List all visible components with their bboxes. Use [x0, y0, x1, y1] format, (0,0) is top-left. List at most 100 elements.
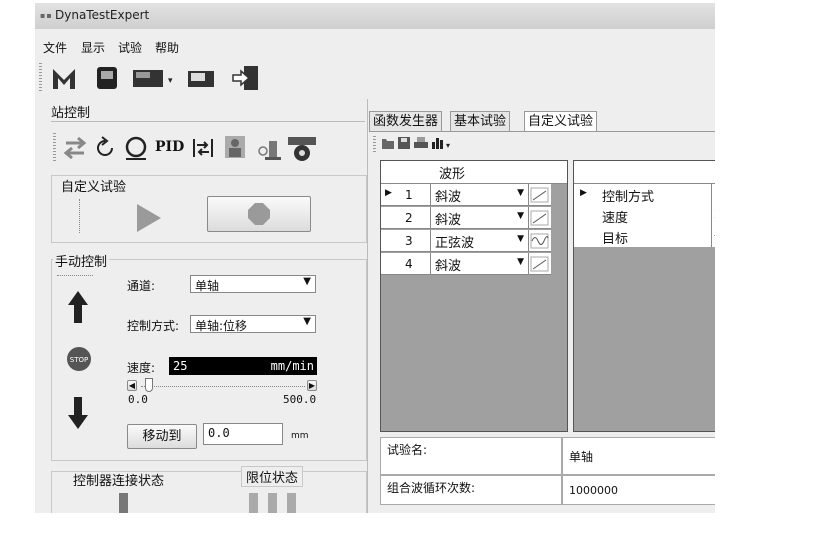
sine-icon[interactable]: [529, 230, 551, 252]
channel-value: 单轴: [195, 279, 220, 293]
bar-chart-dropdown-icon[interactable]: ▾: [431, 135, 453, 151]
operator-icon[interactable]: [221, 133, 251, 161]
table-row[interactable]: ▶ 控制方式 1: [574, 184, 715, 205]
ramp-icon[interactable]: [529, 207, 551, 229]
tab-function-generator[interactable]: 函数发生器: [369, 111, 443, 132]
controller-status-label: 控制器连接状态: [73, 474, 165, 489]
limit-status-label: 限位状态: [241, 466, 304, 487]
exit-icon[interactable]: [229, 63, 263, 93]
wave-type-value: 正弦波: [435, 236, 475, 251]
print-icon[interactable]: [413, 135, 429, 151]
test-name-value[interactable]: 单轴: [562, 437, 715, 475]
wave-type-select[interactable]: 正弦波 ▼: [431, 230, 529, 252]
parameter-grid: ▶ 控制方式 1 速度 2 目标 -: [573, 160, 715, 432]
station-control-title: 站控制: [51, 106, 91, 121]
chevron-down-icon: ▼: [517, 211, 524, 221]
stop-button[interactable]: STOP: [65, 345, 93, 373]
table-row[interactable]: 2 斜波 ▼: [381, 207, 567, 229]
divider: [79, 199, 81, 233]
ramp-icon[interactable]: [529, 184, 551, 206]
table-row[interactable]: 3 正弦波 ▼: [381, 230, 567, 252]
table-row[interactable]: ▶ 1 斜波 ▼: [381, 184, 567, 206]
speed-label: 速度:: [127, 361, 156, 375]
controller-status-indicator: [119, 493, 128, 513]
menu-file[interactable]: 文件: [43, 39, 67, 56]
control-mode-label: 控制方式:: [127, 319, 180, 333]
table-row[interactable]: 目标 -: [574, 226, 715, 247]
station-toolbar-grip[interactable]: [53, 133, 56, 163]
octagon-icon: [248, 203, 270, 225]
swap-icon[interactable]: [63, 135, 87, 161]
param-value: -: [714, 228, 715, 242]
tab-basic-test[interactable]: 基本试验: [450, 111, 511, 132]
jog-up-button[interactable]: [67, 289, 89, 325]
row-index: 3: [405, 234, 413, 248]
splitter[interactable]: [367, 99, 368, 513]
row-header: ▶ 1: [381, 184, 431, 206]
svg-text:▾: ▾: [168, 76, 173, 86]
arrows-bounds-icon[interactable]: [191, 135, 215, 161]
row-header: 3: [381, 230, 431, 252]
toolbar-grip[interactable]: [39, 63, 42, 93]
main-toolbar: ▾: [35, 59, 715, 97]
load-cell-icon[interactable]: [285, 133, 319, 163]
display-dropdown-icon[interactable]: ▾: [131, 63, 175, 93]
sensor-icon[interactable]: [257, 135, 283, 161]
refresh-icon[interactable]: [93, 135, 117, 161]
param-value: 2: [714, 207, 715, 221]
manual-control-title: 手动控制: [53, 251, 110, 270]
wave-type-value: 斜波: [435, 259, 462, 274]
sub-toolbar-grip[interactable]: [373, 136, 376, 152]
stop-test-button[interactable]: [207, 196, 311, 232]
ramp-icon[interactable]: [529, 253, 551, 275]
monitor-icon[interactable]: [185, 63, 217, 93]
parameter-grid-header: [574, 161, 715, 184]
current-row-icon: ▶: [580, 188, 587, 198]
loop-count-label: 组合波循环次数:: [380, 475, 562, 505]
table-row[interactable]: 速度 2: [574, 205, 715, 226]
limit-indicator-3: [287, 493, 296, 513]
save-icon[interactable]: [397, 135, 411, 151]
controller-icon[interactable]: [93, 63, 121, 93]
param-value-cell[interactable]: -: [711, 226, 715, 247]
custom-test-title: 自定义试验: [59, 176, 129, 195]
speed-field[interactable]: 25 mm/min: [169, 357, 317, 375]
speed-slider-thumb[interactable]: [145, 378, 153, 392]
menu-test[interactable]: 试验: [118, 39, 142, 56]
table-row[interactable]: 4 斜波 ▼: [381, 253, 567, 275]
row-index: 2: [405, 211, 413, 225]
speed-slider-track[interactable]: [141, 386, 305, 387]
pid-button[interactable]: PID: [155, 139, 184, 155]
control-mode-value: 单轴:位移: [195, 319, 248, 333]
play-button[interactable]: [131, 201, 165, 235]
param-value-cell[interactable]: 2: [711, 205, 715, 226]
jog-down-button[interactable]: [67, 395, 89, 431]
move-to-button[interactable]: 移动到: [127, 424, 197, 449]
menu-view[interactable]: 显示: [81, 39, 105, 56]
row-header: 2: [381, 207, 431, 229]
channel-select[interactable]: 单轴 ▼: [190, 275, 316, 293]
menu-bar: 文件 显示 试验 帮助: [35, 35, 715, 55]
wave-type-value: 斜波: [435, 213, 462, 228]
move-to-unit: mm: [291, 431, 309, 441]
app-icon: ▪▪: [40, 11, 53, 20]
app-window: ▪▪ DynaTestExpert 文件 显示 试验 帮助 ▾ 站控制 PID …: [35, 3, 715, 513]
logo-icon[interactable]: [49, 63, 79, 93]
wave-type-select[interactable]: 斜波 ▼: [431, 207, 529, 229]
control-mode-select[interactable]: 单轴:位移 ▼: [190, 315, 316, 333]
tab-custom-test[interactable]: 自定义试验: [524, 111, 598, 132]
wave-type-value: 斜波: [435, 190, 462, 205]
slider-decrease-button[interactable]: ◀: [127, 380, 137, 391]
circle-icon[interactable]: [123, 135, 149, 161]
wave-type-select[interactable]: 斜波 ▼: [431, 253, 529, 275]
wave-type-select[interactable]: 斜波 ▼: [431, 184, 529, 206]
menu-help[interactable]: 帮助: [155, 39, 179, 56]
wave-grid-header: 波形: [381, 161, 567, 184]
loop-count-value[interactable]: 1000000: [562, 475, 715, 505]
slider-increase-button[interactable]: ▶: [307, 380, 317, 391]
chevron-down-icon: ▼: [517, 257, 524, 267]
param-value-cell[interactable]: 1: [711, 184, 715, 205]
station-toolbar: PID: [51, 131, 371, 165]
move-to-input[interactable]: 0.0: [203, 423, 283, 445]
open-icon[interactable]: [381, 135, 395, 151]
